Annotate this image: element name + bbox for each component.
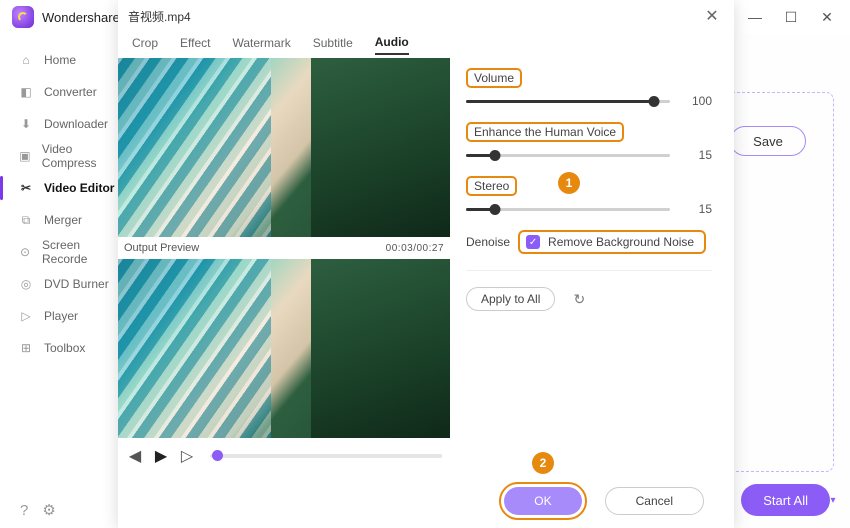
apply-row: Apply to All ↻	[466, 287, 712, 311]
sidebar-item-label: DVD Burner	[44, 277, 109, 291]
settings-icon[interactable]: ⚙	[42, 501, 55, 519]
sidebar-item-downloader[interactable]: ⬇ Downloader	[0, 108, 118, 140]
sidebar-item-label: Downloader	[44, 117, 108, 131]
remove-noise-label: Remove Background Noise	[548, 235, 694, 249]
modal-title: 音视频.mp4	[128, 8, 191, 25]
tab-effect[interactable]: Effect	[180, 36, 210, 54]
merge-icon: ⧉	[18, 212, 34, 228]
stereo-slider[interactable]	[466, 208, 670, 211]
sidebar-item-label: Toolbox	[44, 341, 85, 355]
audio-editor-modal: 音视频.mp4 ✕ Crop Effect Watermark Subtitle…	[118, 0, 734, 528]
scissors-icon: ✂	[18, 180, 34, 196]
modal-footer: 2 OK Cancel	[118, 474, 734, 528]
reset-icon[interactable]: ↻	[569, 289, 589, 309]
playback-controls: ◀ ▶ ▷	[118, 438, 450, 474]
stereo-row: Stereo 1 15	[466, 176, 712, 216]
convert-icon: ◧	[18, 84, 34, 100]
volume-slider[interactable]	[466, 100, 670, 103]
sidebar: ⌂ Home ◧ Converter ⬇ Downloader ▣ Video …	[0, 34, 118, 528]
remove-noise-checkbox[interactable]: ✓ Remove Background Noise	[518, 230, 706, 254]
annotation-badge-2: 2	[532, 452, 554, 474]
app-brand: Wondershare	[42, 10, 120, 25]
sidebar-item-label: Home	[44, 53, 76, 67]
sidebar-item-label: Video Compress	[42, 142, 118, 170]
sidebar-item-converter[interactable]: ◧ Converter	[0, 76, 118, 108]
next-frame-icon[interactable]: ▷	[178, 447, 196, 465]
home-icon: ⌂	[18, 52, 34, 68]
maximize-icon[interactable]: ☐	[774, 3, 808, 31]
minimize-icon[interactable]: —	[738, 3, 772, 31]
compress-icon: ▣	[18, 148, 32, 164]
record-icon: ⊙	[18, 244, 32, 260]
volume-label: Volume	[466, 68, 522, 88]
modal-header: 音视频.mp4 ✕	[118, 0, 734, 32]
output-preview	[118, 259, 450, 438]
denoise-row: Denoise ✓ Remove Background Noise	[466, 230, 712, 254]
checkbox-checked-icon: ✓	[526, 235, 540, 249]
sidebar-item-video-editor[interactable]: ✂ Video Editor	[0, 172, 118, 204]
tab-audio[interactable]: Audio	[375, 35, 409, 55]
editor-tabs: Crop Effect Watermark Subtitle Audio	[118, 32, 734, 58]
sidebar-item-label: Player	[44, 309, 78, 323]
disc-icon: ◎	[18, 276, 34, 292]
tab-subtitle[interactable]: Subtitle	[313, 36, 353, 54]
close-icon[interactable]: ✕	[700, 4, 724, 28]
bottom-status-bar: ? ⚙	[0, 492, 118, 528]
start-all-button[interactable]: Start All	[741, 484, 830, 516]
prev-frame-icon[interactable]: ◀	[126, 447, 144, 465]
seek-handle[interactable]	[212, 450, 223, 461]
tab-watermark[interactable]: Watermark	[232, 36, 290, 54]
enhance-voice-slider[interactable]	[466, 154, 670, 157]
divider	[466, 270, 712, 271]
app-window: Wondershare ≡ — ☐ ✕ ⌂ Home ◧ Converter ⬇…	[0, 0, 850, 528]
play-button-icon[interactable]: ▶	[152, 447, 170, 465]
sidebar-item-home[interactable]: ⌂ Home	[0, 44, 118, 76]
download-icon: ⬇	[18, 116, 34, 132]
modal-body: Output Preview 00:03/00:27 ◀ ▶ ▷ Volume	[118, 58, 734, 474]
enhance-voice-label: Enhance the Human Voice	[466, 122, 624, 142]
sidebar-item-label: Video Editor	[44, 181, 114, 195]
denoise-label: Denoise	[466, 235, 510, 249]
sidebar-item-screen-recorder[interactable]: ⊙ Screen Recorde	[0, 236, 118, 268]
enhance-voice-value: 15	[682, 148, 712, 162]
preview-column: Output Preview 00:03/00:27 ◀ ▶ ▷	[118, 58, 450, 474]
start-all-dropdown-icon[interactable]: ▾	[820, 484, 846, 516]
play-icon: ▷	[18, 308, 34, 324]
tab-crop[interactable]: Crop	[132, 36, 158, 54]
annotation-badge-1: 1	[558, 172, 580, 194]
audio-controls: Volume 100 Enhance the Human Voice	[450, 58, 734, 474]
cancel-button[interactable]: Cancel	[605, 487, 704, 515]
ok-highlight: OK	[499, 482, 586, 520]
apply-to-all-button[interactable]: Apply to All	[466, 287, 555, 311]
sidebar-item-label: Screen Recorde	[42, 238, 118, 266]
stereo-value: 15	[682, 202, 712, 216]
output-preview-label: Output Preview	[124, 242, 199, 254]
sidebar-item-label: Converter	[44, 85, 97, 99]
help-icon[interactable]: ?	[20, 502, 28, 519]
timecode: 00:03/00:27	[386, 243, 444, 254]
preview-label-row: Output Preview 00:03/00:27	[118, 237, 450, 259]
enhance-voice-row: Enhance the Human Voice 15	[466, 122, 712, 162]
grid-icon: ⊞	[18, 340, 34, 356]
sidebar-item-merger[interactable]: ⧉ Merger	[0, 204, 118, 236]
source-preview	[118, 58, 450, 237]
seek-slider[interactable]	[210, 454, 442, 458]
stereo-label: Stereo	[466, 176, 517, 196]
sidebar-item-label: Merger	[44, 213, 82, 227]
app-logo-icon	[12, 6, 34, 28]
sidebar-item-compressor[interactable]: ▣ Video Compress	[0, 140, 118, 172]
volume-value: 100	[682, 94, 712, 108]
sidebar-item-toolbox[interactable]: ⊞ Toolbox	[0, 332, 118, 364]
save-button[interactable]: Save	[730, 126, 806, 156]
close-window-icon[interactable]: ✕	[810, 3, 844, 31]
sidebar-item-player[interactable]: ▷ Player	[0, 300, 118, 332]
sidebar-item-dvd-burner[interactable]: ◎ DVD Burner	[0, 268, 118, 300]
volume-row: Volume 100	[466, 68, 712, 108]
ok-button[interactable]: OK	[504, 487, 581, 515]
